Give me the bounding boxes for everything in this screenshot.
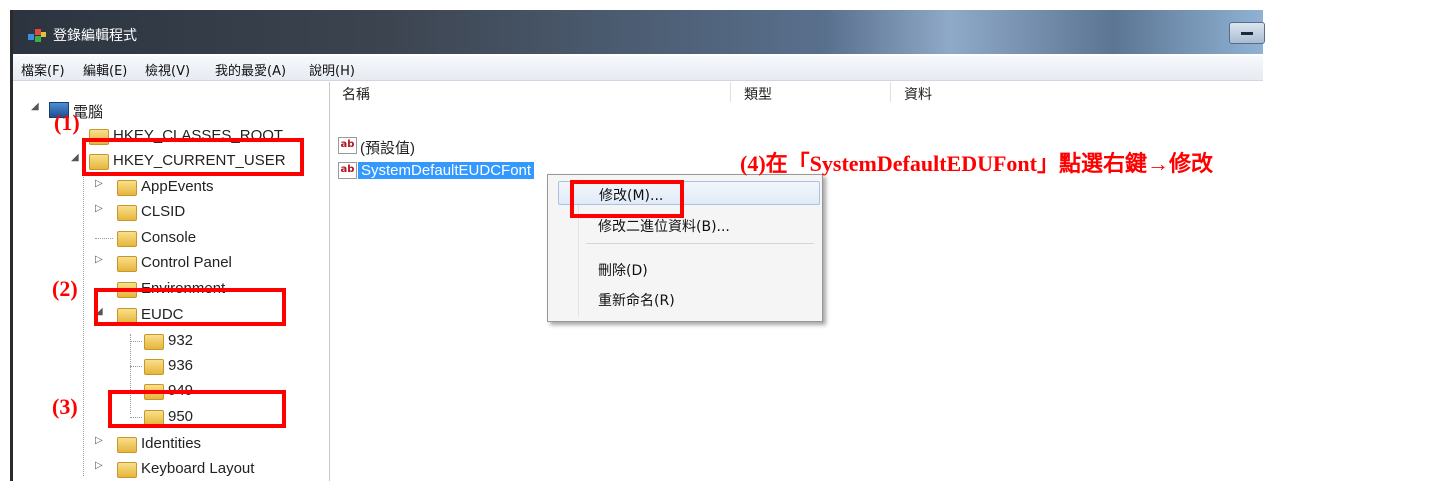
menu-help[interactable]: 說明(H) (309, 60, 355, 79)
expand-arrow-icon[interactable]: ▷ (95, 178, 103, 189)
menu-favorites[interactable]: 我的最愛(A) (215, 60, 286, 79)
menu-view[interactable]: 檢視(V) (145, 60, 190, 79)
expand-arrow-icon[interactable]: ▷ (95, 254, 103, 265)
folder-icon (117, 256, 137, 272)
folder-icon (144, 359, 164, 375)
expand-arrow-icon[interactable]: ▷ (95, 435, 103, 446)
highlight-box-hkcu (82, 138, 304, 176)
annotation-step-1: (1) (54, 110, 80, 135)
menu-bar: 檔案(F) 編輯(E) 檢視(V) 我的最愛(A) 說明(H) (13, 56, 1263, 81)
collapse-arrow-icon[interactable]: ◢ (71, 152, 79, 163)
column-header-type[interactable]: 類型 (744, 84, 772, 106)
string-value-icon: ab (338, 137, 357, 154)
annotation-step-4: (4)在「SystemDefaultEDUFont」點選右鍵→修改 (740, 151, 1213, 176)
menu-item-rename[interactable]: 重新命名(R) (558, 287, 818, 309)
title-bar[interactable]: 登錄編輯程式 (13, 10, 1265, 54)
folder-icon (117, 205, 137, 221)
tree-label: 932 (168, 332, 194, 349)
value-name-selected: SystemDefaultEUDCFont (358, 162, 535, 179)
folder-icon (117, 437, 137, 453)
folder-icon (117, 231, 137, 247)
tree-label: 936 (168, 357, 194, 374)
minimize-icon (1241, 32, 1253, 35)
folder-icon (117, 180, 137, 196)
menu-item-delete[interactable]: 刪除(D) (558, 257, 818, 279)
folder-icon (144, 334, 164, 350)
regedit-icon (28, 29, 46, 42)
menu-file[interactable]: 檔案(F) (21, 60, 65, 79)
tree-label: Console (141, 229, 197, 246)
tree-label: AppEvents (141, 178, 214, 195)
menu-item-label: 修改二進位資料(B)... (598, 219, 730, 235)
highlight-box-eudc (94, 288, 286, 326)
value-name: (預設值) (360, 140, 415, 157)
highlight-box-modify (570, 180, 684, 218)
column-header-data[interactable]: 資料 (904, 84, 932, 106)
window-title: 登錄編輯程式 (53, 28, 137, 44)
annotation-step-3: (3) (52, 394, 78, 419)
menu-item-label: 刪除(D) (598, 263, 648, 279)
string-value-icon: ab (338, 162, 357, 179)
menu-item-label: 重新命名(R) (598, 293, 675, 309)
tree-label: CLSID (141, 203, 186, 220)
tree-label: Identities (141, 435, 202, 452)
expand-arrow-icon[interactable]: ▷ (95, 460, 103, 471)
minimize-button[interactable] (1229, 22, 1265, 44)
folder-icon (117, 462, 137, 478)
highlight-box-950 (108, 390, 286, 428)
tree-label: Control Panel (141, 254, 232, 271)
annotation-step-2: (2) (52, 276, 78, 301)
menu-edit[interactable]: 編輯(E) (83, 60, 127, 79)
column-header-name[interactable]: 名稱 (342, 84, 370, 106)
tree-label: Keyboard Layout (141, 460, 255, 477)
collapse-arrow-icon[interactable]: ◢ (31, 101, 39, 112)
expand-arrow-icon[interactable]: ▷ (95, 203, 103, 214)
